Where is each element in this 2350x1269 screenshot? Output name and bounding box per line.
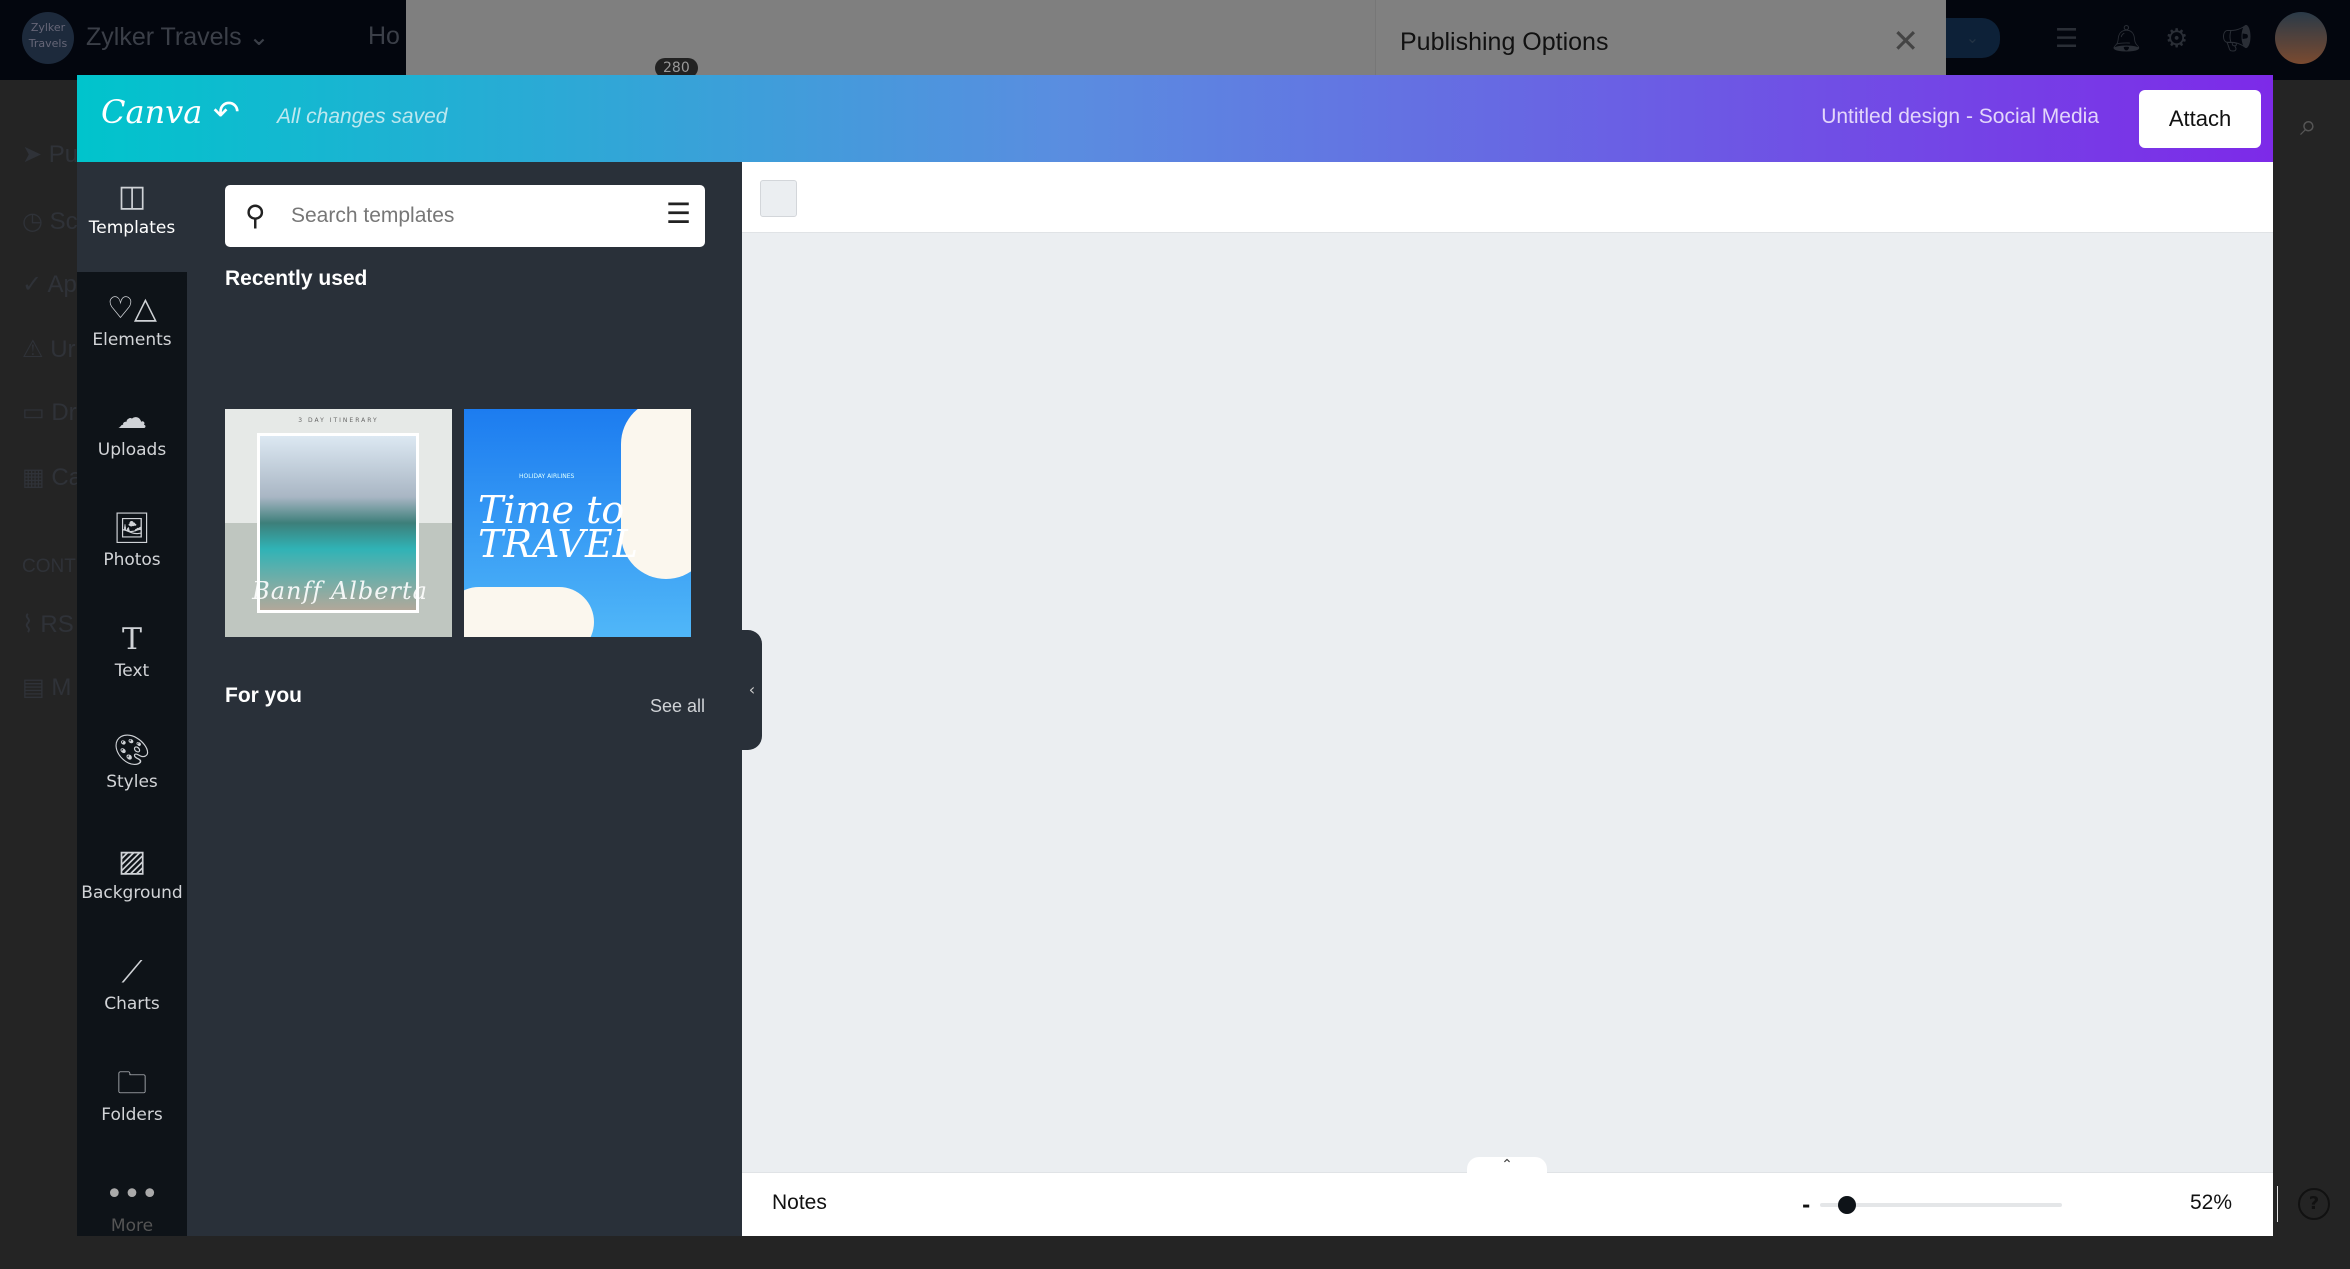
save-status: All changes saved: [277, 105, 448, 128]
tab-background[interactable]: ▨ Background: [77, 844, 187, 904]
template-caption: 3 DAY ITINERARY: [298, 417, 379, 424]
tab-uploads[interactable]: ☁ Uploads: [77, 401, 187, 461]
editor-footer: ⌃ Notes - 52% ?: [742, 1157, 2330, 1236]
recently-used-heading: Recently used: [225, 267, 368, 290]
sidebar-item-media[interactable]: ▤ M: [22, 673, 71, 702]
tab-more[interactable]: ••• More: [77, 1177, 187, 1237]
search-input[interactable]: [291, 185, 651, 247]
zoom-level[interactable]: 52%: [2190, 1191, 2232, 1215]
background-right-strip: [2273, 80, 2350, 1269]
divider: [2277, 1186, 2278, 1222]
template-thumbnail[interactable]: 3 DAY ITINERARY Banff Alberta: [225, 409, 452, 637]
publishing-options-panel: Publishing Options ✕: [1375, 0, 1945, 75]
calendar-search-icon[interactable]: ⌕: [2300, 108, 2317, 143]
tab-elements[interactable]: ♡△ Elements: [77, 291, 187, 351]
template-caption: HOLIDAY AIRLINES: [519, 473, 575, 480]
more-icon: •••: [105, 1177, 159, 1212]
nav-home[interactable]: Ho: [368, 22, 400, 51]
elements-icon: ♡△: [107, 291, 157, 326]
avatar[interactable]: [2275, 12, 2327, 64]
text-icon: T: [121, 622, 142, 657]
palette-icon: 🎨︎: [112, 733, 152, 768]
see-all-link[interactable]: See all: [650, 696, 705, 717]
editor-header: Canva ↶ All changes saved Untitled desig…: [77, 75, 2273, 162]
sidebar-section-label: CONT: [22, 556, 76, 577]
tab-text[interactable]: T Text: [77, 622, 187, 682]
canvas-toolbar: [742, 162, 2273, 233]
brand-logo: Zylker Travels: [22, 12, 74, 64]
upload-cloud-icon: ☁: [117, 401, 147, 436]
menu-icon[interactable]: ☰: [2055, 24, 2078, 54]
slider-knob[interactable]: [1838, 1196, 1857, 1214]
design-title[interactable]: Untitled design - Social Media: [1821, 105, 2099, 129]
brand-switcher[interactable]: Zylker Travels ⌄: [86, 22, 270, 52]
attach-button[interactable]: Attach: [2139, 90, 2261, 148]
sidebar-item-drafts[interactable]: ▭ Dr: [22, 398, 77, 427]
filter-icon[interactable]: ☰: [666, 197, 691, 230]
sidebar-item-rss[interactable]: ⌇ RS: [22, 610, 74, 639]
tab-charts[interactable]: ⟋ Charts: [77, 955, 187, 1015]
canva-editor: Canva ↶ All changes saved Untitled desig…: [77, 75, 2330, 1236]
dropdown-button[interactable]: ⌄: [1945, 18, 2000, 58]
templates-panel: ⚲ ☰ Recently used 3 DAY ITINERARY Banff …: [187, 162, 742, 1236]
template-headline: Time to TRAVEL: [478, 488, 638, 566]
sidebar-item-publish[interactable]: ➤ Pu: [22, 140, 78, 169]
sidebar-item-calendar[interactable]: ▦ Ca: [22, 463, 82, 492]
chevron-up-icon[interactable]: ⌃: [1467, 1157, 1547, 1175]
sidebar-item-approval[interactable]: ✓ Ap: [22, 270, 77, 299]
minus-icon: -: [1802, 1193, 1811, 1217]
panel-title: Publishing Options: [1400, 28, 1609, 56]
background-icon: ▨: [117, 844, 147, 879]
slider-track: [1820, 1203, 2062, 1207]
for-you-heading: For you: [225, 684, 302, 707]
template-thumbnail[interactable]: HOLIDAY AIRLINES Time to TRAVEL: [464, 409, 691, 637]
cloud-shape: [464, 587, 594, 637]
tab-templates[interactable]: ◫ Templates: [77, 179, 187, 239]
zoom-slider[interactable]: -: [1802, 1193, 2082, 1217]
help-icon[interactable]: ?: [2298, 1188, 2330, 1220]
close-icon[interactable]: ✕: [1892, 22, 1919, 60]
undo-icon[interactable]: ↶: [213, 93, 240, 131]
search-icon: ⚲: [245, 199, 266, 232]
collapse-panel-button[interactable]: ‹: [742, 630, 762, 750]
templates-icon: ◫: [117, 179, 147, 214]
folder-icon: 🗀: [117, 1066, 147, 1101]
bell-icon[interactable]: 🔔︎: [2110, 24, 2143, 54]
gear-icon[interactable]: ⚙: [2165, 24, 2188, 54]
megaphone-icon[interactable]: 📢︎: [2220, 24, 2253, 54]
color-swatch[interactable]: [760, 180, 797, 217]
notes-button[interactable]: Notes: [772, 1191, 827, 1215]
sidebar-item-unpublished[interactable]: ⚠ Ur: [22, 335, 76, 364]
chevron-left-icon: ‹: [748, 680, 756, 699]
search-box: ⚲ ☰: [225, 185, 705, 247]
canva-logo: Canva: [101, 93, 203, 131]
canvas-area[interactable]: ⌃ Notes - 52% ?: [742, 162, 2330, 1236]
chevron-down-icon: ⌄: [248, 23, 270, 51]
tab-styles[interactable]: 🎨︎ Styles: [77, 733, 187, 793]
side-rail: ◫ Templates ♡△ Elements ☁ Uploads 🖼︎ Photos …: [77, 162, 187, 1236]
tab-folders[interactable]: 🗀 Folders: [77, 1066, 187, 1126]
brand-name: Zylker Travels: [86, 23, 242, 51]
template-script-title: Banff Alberta: [252, 577, 428, 605]
tab-photos[interactable]: 🖼︎ Photos: [77, 511, 187, 571]
photo-icon: 🖼︎: [112, 511, 152, 546]
sidebar-item-scheduled[interactable]: ◷ Sc: [22, 207, 78, 236]
chart-icon: ⟋: [121, 955, 143, 990]
